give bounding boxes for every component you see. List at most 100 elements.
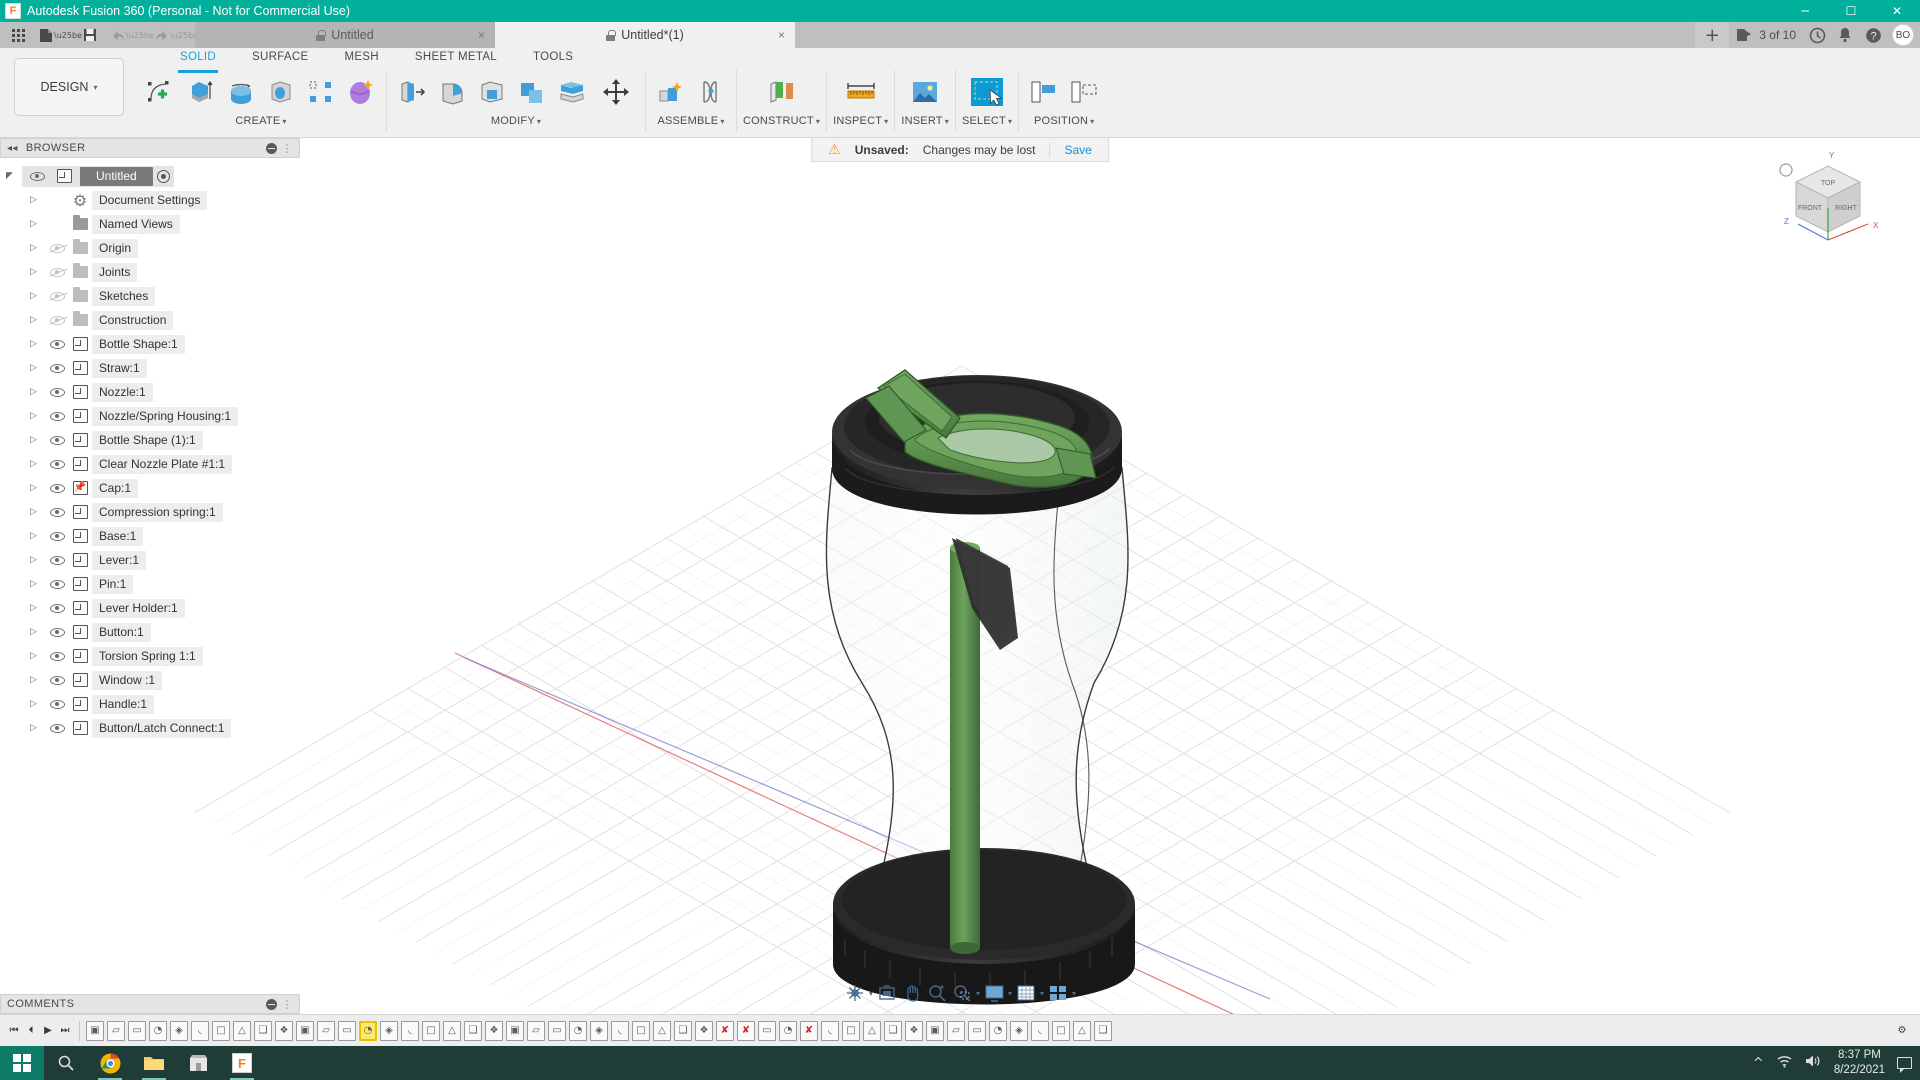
speaker-icon[interactable]	[1805, 1054, 1822, 1072]
visibility-toggle[interactable]	[46, 676, 68, 685]
tree-item-sketches[interactable]: ▷Sketches	[0, 284, 300, 308]
timeline-feature[interactable]: ◔	[359, 1021, 377, 1041]
windows-start-icon[interactable]	[0, 1046, 44, 1080]
visibility-toggle[interactable]	[46, 508, 68, 517]
collapse-left-icon[interactable]: ◂◂	[7, 143, 18, 154]
close-tab-icon[interactable]: ×	[778, 28, 785, 42]
tree-item-torsion-spring-1-1[interactable]: ▷Torsion Spring 1:1	[0, 644, 300, 668]
timeline-feature[interactable]: ❑	[884, 1021, 902, 1041]
expand-caret-icon[interactable]: ▷	[30, 219, 46, 229]
document-tab-untitled[interactable]: Untitled ×	[195, 22, 495, 48]
visibility-toggle[interactable]	[46, 364, 68, 373]
press-pull-icon[interactable]	[393, 72, 431, 112]
expand-caret-icon[interactable]: ▷	[30, 555, 46, 565]
tree-item-lever-1[interactable]: ▷Lever:1	[0, 548, 300, 572]
tree-item-cap-1[interactable]: ▷📌Cap:1	[0, 476, 300, 500]
save-link[interactable]: Save	[1064, 143, 1091, 157]
expand-caret-icon[interactable]: ▷	[30, 195, 46, 205]
look-at-icon[interactable]	[876, 981, 898, 1005]
timeline-feature[interactable]: ◔	[989, 1021, 1007, 1041]
panel-modify-label[interactable]: MODIFY	[491, 115, 535, 127]
maximize-button[interactable]: ☐	[1828, 0, 1874, 22]
chevron-up-icon[interactable]: ^	[1753, 1056, 1764, 1071]
tree-item-straw-1[interactable]: ▷Straw:1	[0, 356, 300, 380]
timeline-feature[interactable]: ◈	[170, 1021, 188, 1041]
visibility-toggle[interactable]	[46, 388, 68, 397]
expand-caret-icon[interactable]: ▷	[30, 291, 46, 301]
save-icon[interactable]	[77, 24, 103, 46]
timeline-feature[interactable]: □	[842, 1021, 860, 1041]
tree-item-handle-1[interactable]: ▷Handle:1	[0, 692, 300, 716]
app-grid-icon[interactable]	[5, 24, 31, 46]
resize-grip-icon[interactable]: ⋮	[282, 998, 293, 1011]
chevron-down-icon[interactable]: ▾	[884, 117, 888, 126]
expand-caret-icon[interactable]: ◤	[6, 171, 22, 181]
tree-item-nozzle-spring-housing-1[interactable]: ▷Nozzle/Spring Housing:1	[0, 404, 300, 428]
expand-caret-icon[interactable]: ▷	[30, 483, 46, 493]
timeline-feature[interactable]: ▣	[926, 1021, 944, 1041]
close-tab-icon[interactable]: ×	[478, 28, 485, 42]
search-icon[interactable]	[44, 1046, 88, 1080]
shell-icon[interactable]	[473, 72, 511, 112]
timeline-feature[interactable]: ▭	[128, 1021, 146, 1041]
timeline-feature[interactable]: ▱	[107, 1021, 125, 1041]
tree-item-button-1[interactable]: ▷Button:1	[0, 620, 300, 644]
visibility-toggle[interactable]	[46, 580, 68, 589]
notification-icon[interactable]	[1897, 1057, 1912, 1069]
tab-sheet-metal[interactable]: SHEET METAL	[397, 51, 515, 70]
timeline-feature[interactable]: ◔	[779, 1021, 797, 1041]
comments-panel[interactable]: COMMENTS ⋮	[0, 994, 300, 1014]
offset-plane-icon[interactable]	[759, 72, 805, 112]
chrome-icon[interactable]	[88, 1046, 132, 1080]
avatar[interactable]: BO	[1892, 24, 1914, 46]
timeline-feature[interactable]: ✘	[800, 1021, 818, 1041]
tree-item-document-settings[interactable]: ▷Document Settings	[0, 188, 300, 212]
visibility-toggle[interactable]	[46, 436, 68, 445]
split-face-icon[interactable]	[553, 72, 591, 112]
timeline-feature[interactable]: ❖	[695, 1021, 713, 1041]
redo-caret-icon[interactable]: \u25be	[177, 24, 191, 46]
timeline-feature[interactable]: ▣	[296, 1021, 314, 1041]
timeline-feature[interactable]: ◟	[401, 1021, 419, 1041]
timeline-feature[interactable]: △	[863, 1021, 881, 1041]
timeline-feature[interactable]: ◈	[1010, 1021, 1028, 1041]
wifi-icon[interactable]	[1776, 1054, 1793, 1072]
expand-caret-icon[interactable]: ▷	[30, 315, 46, 325]
circle-minus-icon[interactable]	[266, 143, 277, 154]
tree-item-clear-nozzle-plate-1-1[interactable]: ▷Clear Nozzle Plate #1:1	[0, 452, 300, 476]
expand-caret-icon[interactable]: ▷	[30, 651, 46, 661]
undo-caret-icon[interactable]: \u25be	[133, 24, 147, 46]
create-sketch-icon[interactable]	[142, 72, 180, 112]
chevron-down-icon[interactable]: ▾	[869, 989, 873, 998]
timeline-feature[interactable]: △	[653, 1021, 671, 1041]
tree-item-lever-holder-1[interactable]: ▷Lever Holder:1	[0, 596, 300, 620]
visibility-toggle[interactable]	[46, 412, 68, 421]
timeline-play-button[interactable]: ▶	[40, 1019, 56, 1043]
select-window-icon[interactable]	[964, 72, 1010, 112]
sweep-icon[interactable]	[262, 72, 300, 112]
tree-item-construction[interactable]: ▷Construction	[0, 308, 300, 332]
insert-image-icon[interactable]	[902, 72, 948, 112]
store-icon[interactable]	[176, 1046, 220, 1080]
tree-item-origin[interactable]: ▷Origin	[0, 236, 300, 260]
timeline-feature[interactable]: ◟	[821, 1021, 839, 1041]
visibility-toggle[interactable]	[46, 340, 68, 349]
timeline-feature[interactable]: ❑	[674, 1021, 692, 1041]
tab-surface[interactable]: SURFACE	[234, 51, 326, 70]
tree-item-named-views[interactable]: ▷Named Views	[0, 212, 300, 236]
activate-radio-icon[interactable]	[157, 170, 170, 183]
zoom-window-icon[interactable]	[951, 981, 973, 1005]
tree-item-button-latch-connect-1[interactable]: ▷Button/Latch Connect:1	[0, 716, 300, 740]
expand-caret-icon[interactable]: ▷	[30, 387, 46, 397]
chevron-down-icon[interactable]: ▾	[1008, 989, 1012, 998]
move-copy-icon[interactable]	[593, 72, 639, 112]
timeline-feature[interactable]: □	[1052, 1021, 1070, 1041]
tree-item-pin-1[interactable]: ▷Pin:1	[0, 572, 300, 596]
chevron-down-icon[interactable]: ▾	[537, 117, 541, 126]
new-file-caret-icon[interactable]: \u25be	[61, 24, 75, 46]
expand-caret-icon[interactable]: ▷	[30, 339, 46, 349]
tab-tools[interactable]: TOOLS	[515, 51, 591, 70]
timeline-feature[interactable]: ▭	[338, 1021, 356, 1041]
timeline-feature[interactable]: ▭	[968, 1021, 986, 1041]
timeline-feature[interactable]: ▣	[86, 1021, 104, 1041]
